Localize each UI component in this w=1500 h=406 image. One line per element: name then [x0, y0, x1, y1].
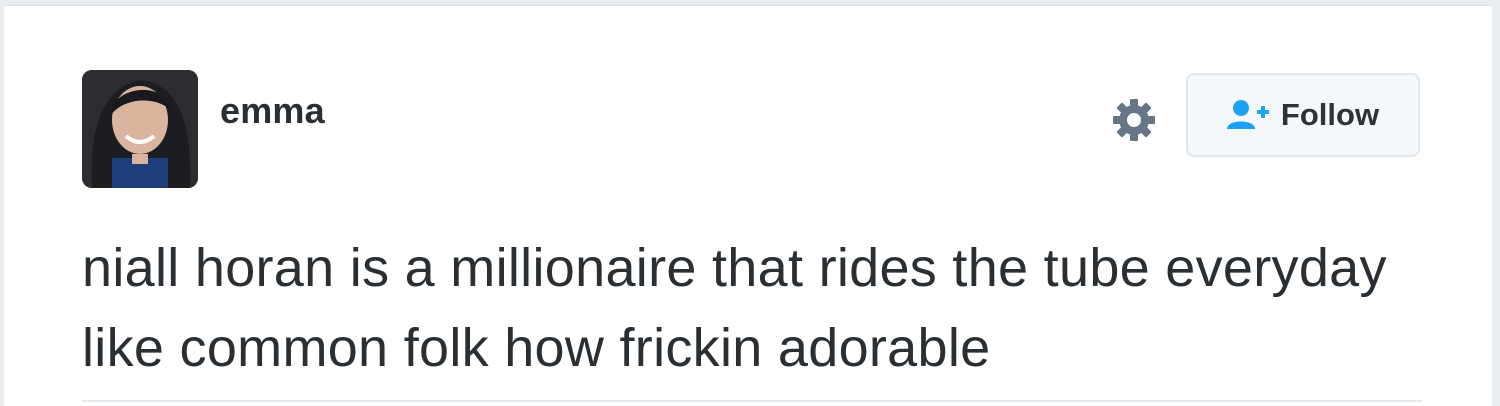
divider — [82, 400, 1422, 402]
follow-label: Follow — [1280, 97, 1380, 132]
author-name[interactable]: emma — [220, 90, 325, 132]
gear-icon[interactable] — [1108, 94, 1160, 146]
follow-button[interactable]: Follow — [1186, 73, 1420, 157]
avatar[interactable] — [82, 70, 198, 188]
tweet-text: niall horan is a millionaire that rides … — [82, 238, 1387, 378]
add-user-icon — [1226, 99, 1269, 131]
tweet-card: emma Follow niall horan is a millionaire… — [4, 5, 1492, 406]
